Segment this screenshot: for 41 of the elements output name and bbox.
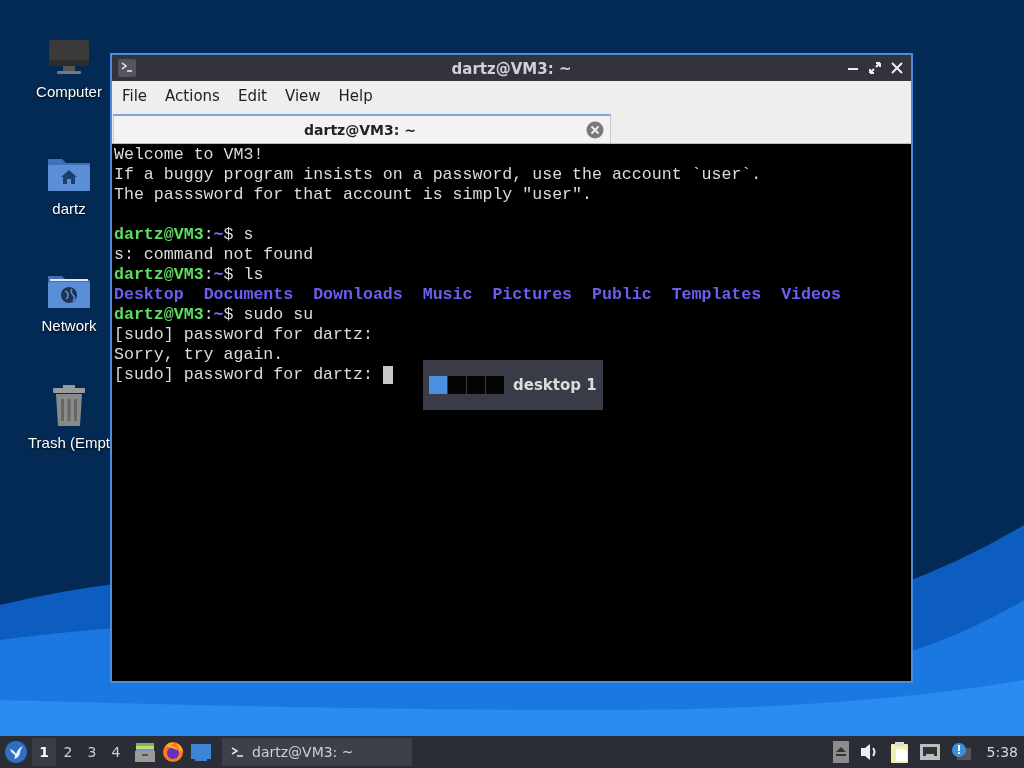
desktop-name: desktop 1: [513, 376, 597, 394]
desktop-icon-label[interactable]: Computer: [36, 83, 102, 100]
workspace-button[interactable]: 3: [80, 738, 104, 766]
workspace-button[interactable]: 1: [32, 738, 56, 766]
menu-item[interactable]: Edit: [228, 87, 276, 105]
desktop-icon-label[interactable]: Network: [41, 317, 97, 334]
eject-icon[interactable]: [832, 741, 849, 763]
terminal-icon[interactable]: [118, 59, 136, 77]
terminal-line: [sudo] password for dartz:: [114, 325, 374, 345]
terminal-icon: [230, 745, 244, 759]
window-title: dartz@VM3: ~: [451, 59, 572, 78]
terminal-line: [sudo] password for dartz:: [114, 365, 373, 385]
browser-icon[interactable]: [162, 741, 184, 763]
menu-item[interactable]: File: [113, 87, 157, 105]
terminal-tab[interactable]: dartz@VM3: ~: [113, 114, 611, 143]
terminal-line: dartz@VM3:~$ ls: [114, 265, 265, 285]
terminal-line: Welcome to VM3!: [114, 145, 265, 165]
task-button[interactable]: dartz@VM3: ~: [222, 738, 412, 766]
close-icon[interactable]: [889, 60, 905, 76]
terminal-line: dartz@VM3:~$ s: [114, 224, 255, 245]
start-menu-icon[interactable]: [4, 740, 28, 764]
workspace-button[interactable]: 2: [56, 738, 80, 766]
desktop-icon-label[interactable]: Trash (Empt: [28, 434, 110, 451]
network-icon[interactable]: [918, 741, 941, 763]
menu-item[interactable]: View: [275, 87, 330, 105]
window-icon[interactable]: [190, 741, 212, 763]
desktop-icon-label[interactable]: dartz: [52, 200, 86, 217]
file-cabinet-icon[interactable]: [134, 741, 156, 763]
menu-item[interactable]: Help: [329, 87, 382, 105]
terminal-line: The passsword for that account is simply "user".: [114, 185, 593, 205]
terminal-line: Sorry, try again.: [114, 345, 285, 365]
clipboard-icon[interactable]: [888, 741, 909, 763]
workspace-button[interactable]: 4: [104, 738, 128, 766]
notification-icon[interactable]: [950, 741, 971, 763]
menu-item[interactable]: Actions: [156, 87, 229, 105]
terminal-line: If a buggy program insists on a password, use the account `user`.: [114, 165, 763, 185]
terminal-line: s: command not found: [114, 245, 315, 265]
terminal-line: Desktop Documents Downloads Music Pictures Public Templates Videos: [114, 285, 842, 305]
maximize-icon[interactable]: [867, 60, 883, 76]
clock[interactable]: 5:38: [986, 744, 1018, 760]
terminal-line: dartz@VM3:~$ sudo su: [114, 305, 315, 325]
